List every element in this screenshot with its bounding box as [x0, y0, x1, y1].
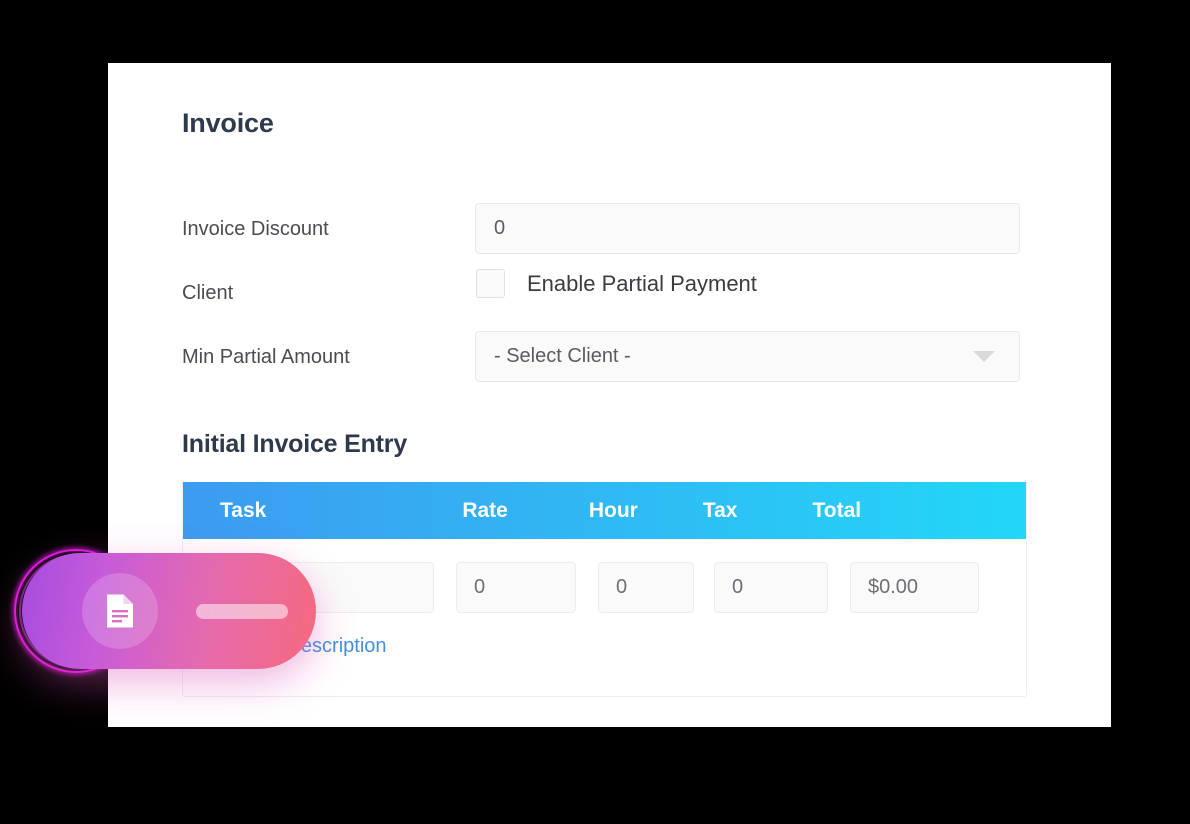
label-min-partial-amount: Min Partial Amount — [182, 346, 350, 368]
invoice-discount-input[interactable]: 0 — [475, 203, 1020, 254]
pill-progress-bar — [196, 603, 288, 619]
floating-pill[interactable] — [22, 553, 316, 669]
label-invoice-discount: Invoice Discount — [182, 218, 329, 240]
total-field-value: $0.00 — [868, 576, 919, 598]
page-title: Invoice — [182, 108, 274, 138]
pill-icon-background — [82, 573, 158, 649]
column-header-rate: Rate — [462, 498, 508, 522]
tax-input[interactable]: 0 — [714, 562, 828, 613]
hour-input-value: 0 — [616, 576, 628, 598]
enable-partial-payment-label: Enable Partial Payment — [527, 270, 757, 296]
hour-input[interactable]: 0 — [598, 562, 694, 613]
total-field: $0.00 — [850, 562, 979, 613]
chevron-down-icon — [973, 351, 995, 362]
column-header-task: Task — [220, 498, 267, 522]
tax-input-value: 0 — [732, 576, 744, 598]
column-header-total: Total — [812, 498, 862, 522]
floating-action-widget[interactable] — [14, 545, 316, 675]
client-select[interactable]: - Select Client - — [475, 331, 1020, 382]
invoice-discount-value: 0 — [494, 217, 506, 239]
rate-input[interactable]: 0 — [456, 562, 576, 613]
document-icon — [105, 593, 135, 629]
screen-root: Invoice Invoice Discount Client Min Part… — [0, 0, 1190, 824]
enable-partial-payment-row[interactable]: Enable Partial Payment — [476, 269, 757, 298]
rate-input-value: 0 — [474, 576, 486, 598]
label-client: Client — [182, 282, 234, 304]
column-header-hour: Hour — [588, 498, 638, 522]
table-header-row: Task Rate Hour Tax Total — [183, 482, 1026, 539]
enable-partial-payment-checkbox[interactable] — [476, 269, 505, 298]
client-select-value: - Select Client - — [494, 345, 631, 367]
section-title: Initial Invoice Entry — [182, 430, 408, 458]
column-header-tax: Tax — [702, 498, 738, 522]
